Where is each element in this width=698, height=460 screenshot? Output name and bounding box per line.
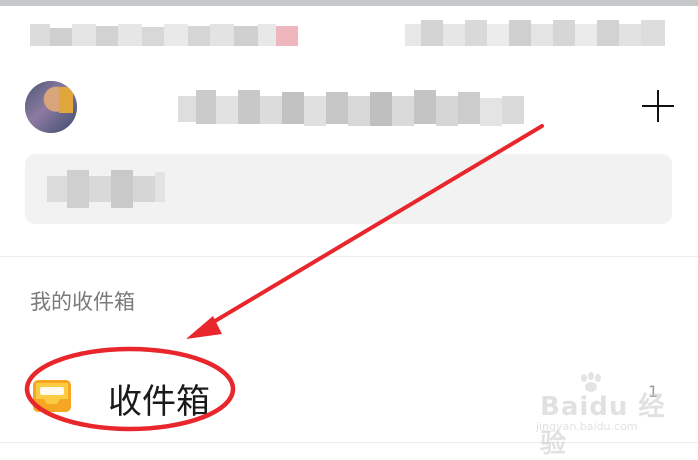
blurred-header-status [405,20,665,46]
avatar-image-detail [59,87,73,113]
inbox-label: 收件箱 [108,382,210,422]
user-avatar[interactable] [25,81,77,133]
blurred-header-text [30,24,300,46]
blurred-search-placeholder [47,170,165,208]
add-button[interactable] [638,86,678,126]
inbox-icon [33,380,71,412]
watermark-url: jingyan.baidu.com [536,420,638,433]
section-divider [0,256,698,257]
search-box[interactable] [25,154,672,224]
annotation-arrow-head [186,316,222,339]
window-top-border [0,0,698,6]
blurred-account-name [178,90,528,130]
baidu-watermark: Baidu 经验 jingyan.baidu.com [530,372,670,459]
section-title-my-inbox: 我的收件箱 [30,290,135,314]
